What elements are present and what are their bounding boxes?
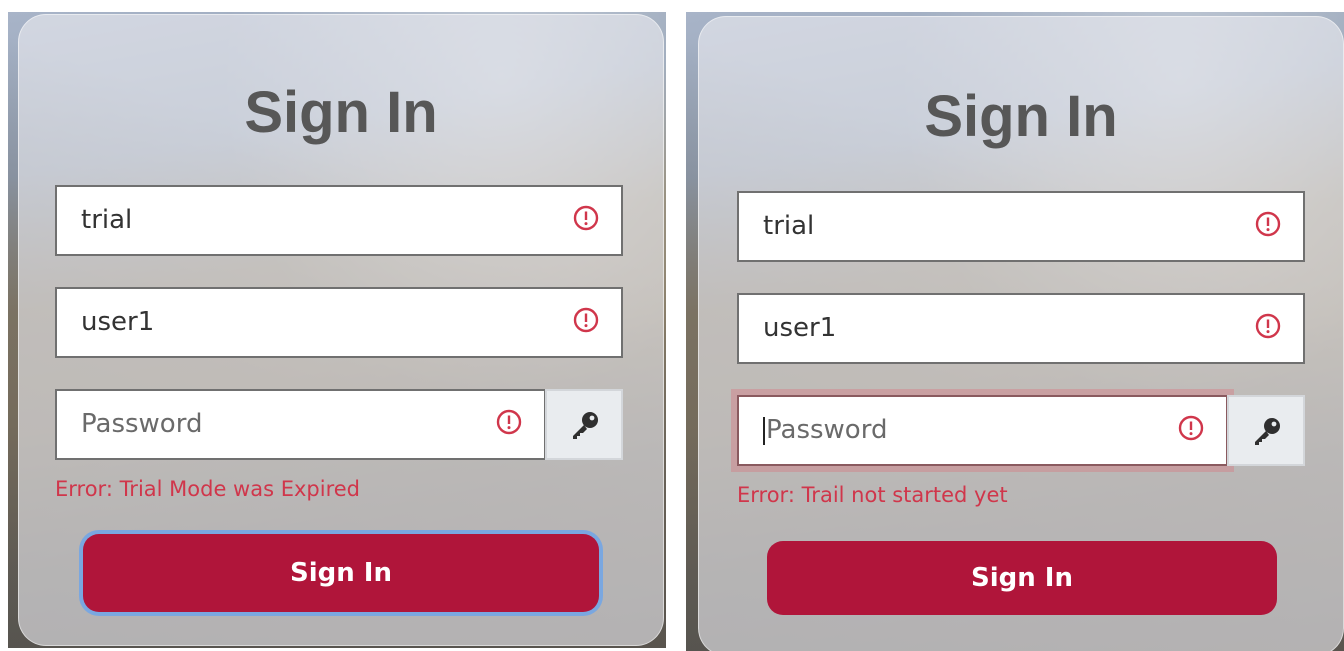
- sign-in-button[interactable]: Sign In: [83, 534, 599, 612]
- error-message: Error: Trial Mode was Expired: [55, 477, 360, 501]
- alert-circle-icon: [1255, 211, 1281, 237]
- password-field[interactable]: Password: [55, 389, 546, 460]
- password-placeholder-text: Password: [766, 415, 888, 445]
- alert-circle-icon: [1255, 313, 1281, 339]
- user-field[interactable]: user1: [55, 287, 623, 358]
- show-password-button[interactable]: [545, 389, 623, 460]
- error-message: Error: Trail not started yet: [737, 483, 1008, 507]
- signin-panel-left: Sign In trial user1 Password Error: Tria…: [8, 12, 666, 648]
- key-icon: [573, 412, 598, 439]
- user-value: user1: [763, 313, 837, 343]
- alert-circle-icon: [1178, 415, 1204, 441]
- page-title: Sign In: [244, 80, 438, 145]
- user-value: user1: [81, 307, 155, 337]
- signin-card: Sign In trial user1 Password: [18, 14, 664, 646]
- username-value: trial: [81, 205, 133, 235]
- alert-circle-icon: [573, 307, 599, 333]
- text-caret: [763, 416, 765, 445]
- signin-panel-right: Sign In trial user1 Password Error: Trai…: [686, 12, 1344, 651]
- key-icon: [1255, 418, 1280, 445]
- sign-in-button[interactable]: Sign In: [767, 541, 1277, 615]
- show-password-button[interactable]: [1227, 395, 1305, 466]
- user-field[interactable]: user1: [737, 293, 1305, 364]
- username-field[interactable]: trial: [737, 191, 1305, 262]
- username-value: trial: [763, 211, 815, 241]
- signin-card: Sign In trial user1 Password: [698, 16, 1344, 651]
- alert-circle-icon: [573, 205, 599, 231]
- alert-circle-icon: [496, 409, 522, 435]
- password-placeholder: Password: [81, 409, 203, 439]
- password-field[interactable]: Password: [737, 395, 1228, 466]
- username-field[interactable]: trial: [55, 185, 623, 256]
- page-title: Sign In: [924, 84, 1118, 149]
- password-placeholder: Password: [763, 397, 887, 464]
